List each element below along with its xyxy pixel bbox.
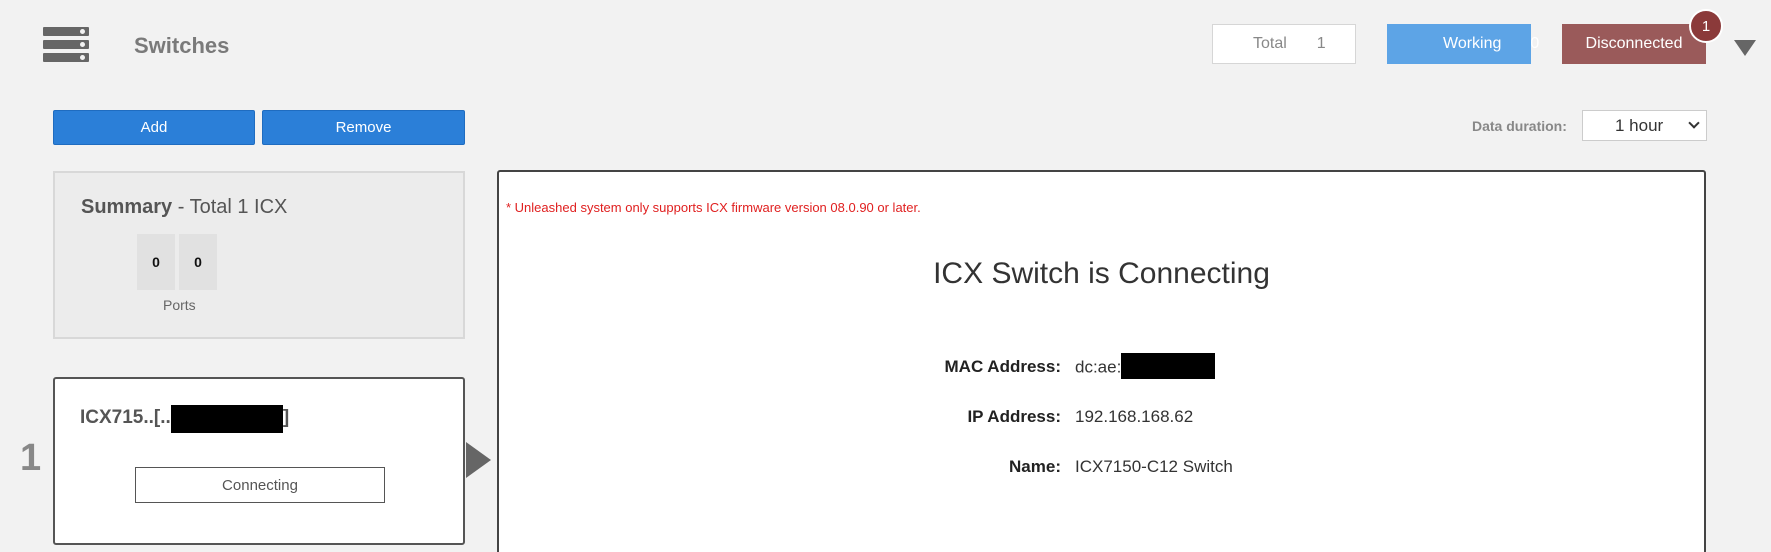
summary-title-bold: Summary <box>81 196 173 218</box>
switches-icon <box>43 27 89 63</box>
chevron-down-icon <box>1688 117 1700 129</box>
total-stat-label: Total <box>1253 35 1287 52</box>
switch-list-item[interactable]: ICX715..[..] Connecting <box>53 377 465 545</box>
summary-title-rest: - Total 1 ICX <box>172 196 288 218</box>
switch-name: ICX715..[..] <box>80 403 289 433</box>
total-stat-value: 1 <box>1316 35 1326 52</box>
selected-pointer-icon <box>466 442 491 478</box>
ports-label: Ports <box>163 297 196 313</box>
port-count-box: 0 <box>179 234 217 290</box>
disconnected-stat-label: Disconnected <box>1585 35 1683 52</box>
ip-address-label: IP Address: <box>967 407 1061 426</box>
summary-card: Summary - Total 1 ICX 0 0 Ports <box>53 171 465 339</box>
switch-status-button[interactable]: Connecting <box>135 467 385 503</box>
page-title: Switches <box>134 33 230 58</box>
disconnected-stat[interactable]: Disconnected <box>1562 24 1706 64</box>
total-stat[interactable]: Total 1 <box>1212 24 1356 64</box>
disconnected-count-badge: 1 <box>1689 9 1723 43</box>
remove-button[interactable]: Remove <box>262 110 465 145</box>
port-count-box: 0 <box>137 234 175 290</box>
redacted-block <box>1121 353 1216 379</box>
data-duration-label: Data duration: <box>1472 118 1567 134</box>
switch-name-value: ICX7150-C12 Switch <box>1075 457 1233 476</box>
data-duration-value: 1 hour <box>1615 115 1664 135</box>
switch-name-label: Name: <box>1009 457 1061 476</box>
firmware-note: * Unleashed system only supports ICX fir… <box>506 200 921 215</box>
detail-title: ICX Switch is Connecting <box>933 257 1270 290</box>
switch-name-suffix: ] <box>282 407 290 428</box>
mac-address-value: dc:ae: <box>1075 353 1216 379</box>
switch-name-prefix: ICX715..[.. <box>80 407 171 428</box>
mac-address-text: dc:ae: <box>1075 357 1122 377</box>
switch-detail-panel: * Unleashed system only supports ICX fir… <box>497 170 1706 552</box>
summary-title: Summary - Total 1 ICX <box>81 196 287 219</box>
add-button[interactable]: Add <box>53 110 255 145</box>
switch-row-index: 1 <box>20 437 42 479</box>
redacted-block <box>170 405 283 433</box>
mac-address-label: MAC Address: <box>944 357 1062 376</box>
working-stat-label: Working <box>1443 35 1502 52</box>
ip-address-value: 192.168.168.62 <box>1075 407 1194 426</box>
working-stat[interactable]: Working 0 <box>1387 24 1539 64</box>
collapse-triangle-icon[interactable] <box>1734 40 1756 56</box>
data-duration-select[interactable]: 1 hour <box>1582 110 1707 141</box>
working-stat-value: 0 <box>1530 35 1540 52</box>
